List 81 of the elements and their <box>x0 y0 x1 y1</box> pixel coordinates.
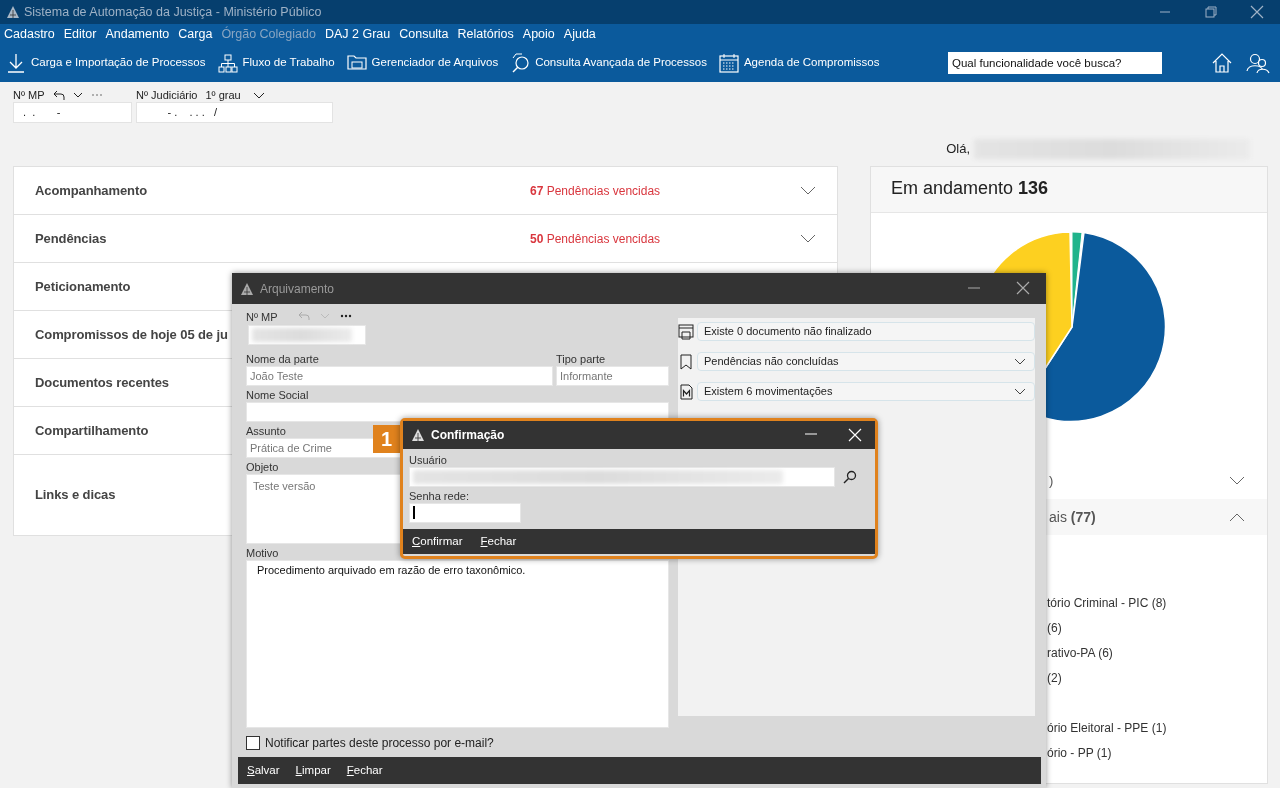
mp-number-field[interactable] <box>248 325 366 345</box>
text-cursor <box>413 506 415 519</box>
password-field[interactable] <box>409 503 521 523</box>
field-label: Nº MP <box>246 311 278 324</box>
overdue-count: 67 Pendências vencidas <box>530 182 662 200</box>
menu-item[interactable]: Relatórios <box>457 24 514 44</box>
field-label: Nº Judiciário <box>136 87 198 103</box>
field-label: Tipo parte <box>556 353 606 366</box>
toolbar-button[interactable]: Agenda de Compromissos <box>718 52 880 74</box>
home-icon[interactable] <box>1210 51 1234 75</box>
dialog-title: Arquivamento <box>260 280 335 298</box>
window-title: Sistema de Automação da Justiça - Ministério Público <box>24 3 322 21</box>
field-label: Usuário <box>409 454 447 467</box>
accordion-item[interactable]: Pendências 50 Pendências vencidas <box>14 215 837 263</box>
summary-group[interactable]: ) <box>871 463 1267 499</box>
overdue-count: 50 Pendências vencidas <box>530 230 662 248</box>
app-logo-icon <box>240 281 254 296</box>
menu-item[interactable]: Editor <box>63 24 97 44</box>
text-field[interactable]: Procedimento arquivado em razão de erro taxonômico. <box>246 560 669 728</box>
chevron-down-icon <box>800 233 816 244</box>
menu-item[interactable]: Andamento <box>105 24 170 44</box>
download-icon <box>6 52 26 74</box>
document-m-icon <box>678 383 694 400</box>
footer-button[interactable]: Fechar <box>346 761 383 780</box>
menu-item[interactable]: Apoio <box>522 24 555 44</box>
field-label: Nome da parte <box>246 353 319 366</box>
group-label: ais (77) <box>1049 507 1096 527</box>
search-icon[interactable] <box>843 470 857 484</box>
greeting-text: Olá, <box>946 140 970 159</box>
judicial-number-field[interactable]: - . . . . / <box>136 102 333 123</box>
menu-item[interactable]: Cadastro <box>4 24 55 44</box>
summary-title: Em andamento 136 <box>871 167 1267 213</box>
field-label: Senha rede: <box>409 490 469 503</box>
chevron-down-icon[interactable] <box>72 90 83 100</box>
menu-item[interactable]: Carga <box>178 24 213 44</box>
dialog-button[interactable]: Confirmar <box>412 532 463 551</box>
bookmark-icon <box>678 353 694 370</box>
chevron-down-icon <box>800 185 816 196</box>
chevron-down-icon[interactable] <box>1014 387 1026 396</box>
mp-number-field[interactable]: . . - <box>13 102 132 123</box>
dialog-button[interactable]: Fechar <box>480 532 517 551</box>
chevron-down-icon[interactable] <box>252 90 265 100</box>
info-row[interactable]: Existe 0 documento não finalizado <box>697 322 1035 341</box>
app-logo-icon <box>411 428 425 442</box>
field-label: Assunto <box>246 425 286 438</box>
search-field[interactable]: Qual funcionalidade você busca? <box>948 52 1162 74</box>
hierarchy-icon <box>217 52 238 74</box>
chevron-up-icon[interactable] <box>1229 512 1245 522</box>
field-label: Nome Social <box>246 389 309 402</box>
toolbar-button[interactable]: Carga e Importação de Processos <box>6 52 206 74</box>
search-icon <box>510 52 531 74</box>
more-icon[interactable] <box>339 313 352 319</box>
accordion-item[interactable]: Acompanhamento 67 Pendências vencidas <box>14 167 837 215</box>
chevron-down-icon[interactable] <box>1014 357 1026 366</box>
printer-icon <box>678 323 694 340</box>
info-row[interactable]: Existem 6 movimentações <box>697 382 1035 401</box>
field-label: Nº MP <box>13 87 45 103</box>
text-field[interactable]: Informante <box>556 366 669 386</box>
users-icon[interactable] <box>1246 51 1270 75</box>
text-field[interactable]: João Teste <box>246 366 553 386</box>
checkbox-label: Notificar partes deste processo por e-mail? <box>265 735 494 752</box>
footer-button[interactable]: Limpar <box>295 761 331 780</box>
toolbar-button[interactable]: Fluxo de Trabalho <box>217 52 335 74</box>
toolbar-button[interactable]: Gerenciador de Arquivos <box>346 52 499 74</box>
checkbox[interactable] <box>246 736 260 750</box>
field-label: Motivo <box>246 547 279 560</box>
menu-item[interactable]: DAJ 2 Grau <box>324 24 391 44</box>
dialog-title: Confirmação <box>431 427 505 444</box>
menu-item[interactable]: Ajuda <box>563 24 596 44</box>
group-label: ) <box>1049 472 1054 491</box>
info-row[interactable]: Pendências não concluídas <box>697 352 1035 371</box>
footer-button[interactable]: Salvar <box>247 761 280 780</box>
step-badge: 1 <box>373 425 400 453</box>
field-label: Objeto <box>246 461 279 474</box>
undo-icon[interactable] <box>52 89 65 101</box>
calendar-icon <box>718 52 739 74</box>
grade-selector[interactable]: 1º grau <box>205 86 241 104</box>
app-logo-icon <box>6 5 20 19</box>
user-field[interactable] <box>409 467 835 487</box>
menu-item[interactable]: Consulta <box>399 24 449 44</box>
toolbar-button[interactable]: Consulta Avançada de Processos <box>510 52 707 74</box>
